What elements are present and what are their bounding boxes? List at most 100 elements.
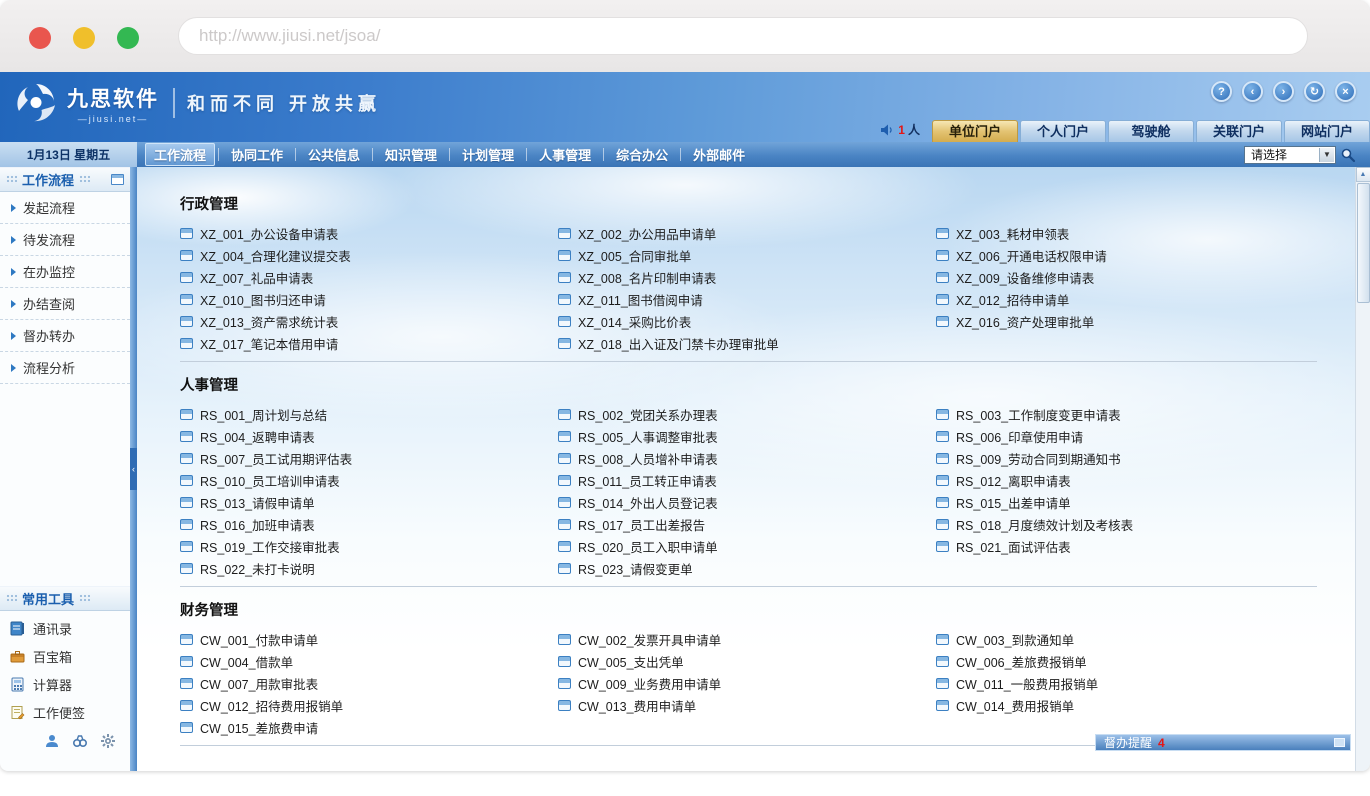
form-link[interactable]: CW_004_借款单: [180, 652, 558, 671]
form-link[interactable]: RS_013_请假申请单: [180, 493, 558, 512]
search-button[interactable]: [1340, 147, 1356, 163]
form-link[interactable]: XZ_017_笔记本借用申请: [180, 334, 558, 353]
window-minimize-button[interactable]: [73, 27, 95, 49]
form-link[interactable]: XZ_002_办公用品申请单: [558, 224, 936, 243]
portal-tab[interactable]: 单位门户: [932, 120, 1018, 142]
form-link[interactable]: XZ_009_设备维修申请表: [936, 268, 1337, 287]
user-icon[interactable]: [44, 733, 60, 749]
form-link[interactable]: CW_013_费用申请单: [558, 696, 936, 715]
url-bar[interactable]: http://www.jiusi.net/jsoa/: [178, 17, 1308, 55]
form-link[interactable]: CW_009_业务费用申请单: [558, 674, 936, 693]
binoculars-icon[interactable]: [72, 733, 88, 749]
sidebar-item[interactable]: 待发流程: [0, 224, 130, 256]
sidebar-item[interactable]: 发起流程: [0, 192, 130, 224]
form-link[interactable]: CW_002_发票开具申请单: [558, 630, 936, 649]
form-link[interactable]: RS_015_出差申请单: [936, 493, 1337, 512]
form-link[interactable]: XZ_011_图书借阅申请: [558, 290, 936, 309]
nav-item[interactable]: 协同工作: [222, 143, 292, 166]
dots-decoration: [6, 594, 17, 603]
form-link[interactable]: RS_016_加班申请表: [180, 515, 558, 534]
sidebar-item[interactable]: 在办监控: [0, 256, 130, 288]
quick-select[interactable]: 请选择: [1244, 146, 1336, 164]
form-link[interactable]: RS_020_员工入职申请单: [558, 537, 936, 556]
scroll-up-button[interactable]: [1356, 167, 1370, 182]
form-link[interactable]: XZ_005_合同审批单: [558, 246, 936, 265]
form-link[interactable]: RS_002_党团关系办理表: [558, 405, 936, 424]
nav-item[interactable]: 工作流程: [145, 143, 215, 166]
portal-tab[interactable]: 关联门户: [1196, 120, 1282, 142]
nav-item[interactable]: 知识管理: [376, 143, 446, 166]
settings-icon[interactable]: [100, 733, 116, 749]
form-link[interactable]: RS_007_员工试用期评估表: [180, 449, 558, 468]
nav-item[interactable]: 人事管理: [530, 143, 600, 166]
form-link[interactable]: RS_009_劳动合同到期通知书: [936, 449, 1337, 468]
sidebar-item[interactable]: 流程分析: [0, 352, 130, 384]
nav-item[interactable]: 外部邮件: [684, 143, 754, 166]
tool-item[interactable]: 百宝箱: [0, 642, 130, 670]
form-link[interactable]: CW_011_一般费用报销单: [936, 674, 1337, 693]
scrollbar[interactable]: [1355, 167, 1370, 771]
document-icon: [180, 656, 193, 667]
form-link[interactable]: XZ_007_礼品申请表: [180, 268, 558, 287]
form-link[interactable]: XZ_013_资产需求统计表: [180, 312, 558, 331]
form-link[interactable]: CW_015_差旅费申请: [180, 718, 558, 737]
window-close-button[interactable]: [29, 27, 51, 49]
jiusi-logo-icon: [13, 80, 59, 126]
form-link[interactable]: RS_003_工作制度变更申请表: [936, 405, 1337, 424]
form-link[interactable]: XZ_016_资产处理审批单: [936, 312, 1337, 331]
form-link[interactable]: CW_006_差旅费报销单: [936, 652, 1337, 671]
sidebar-item[interactable]: 督办转办: [0, 320, 130, 352]
form-link[interactable]: XZ_018_出入证及门禁卡办理审批单: [558, 334, 936, 353]
form-link[interactable]: RS_014_外出人员登记表: [558, 493, 936, 512]
form-link[interactable]: CW_003_到款通知单: [936, 630, 1337, 649]
popout-icon[interactable]: [111, 174, 124, 185]
form-link[interactable]: XZ_004_合理化建议提交表: [180, 246, 558, 265]
sidebar-collapse-handle[interactable]: [130, 167, 137, 771]
refresh-icon[interactable]: ↻: [1304, 81, 1325, 102]
form-link[interactable]: XZ_006_开通电话权限申请: [936, 246, 1337, 265]
forward-icon[interactable]: ›: [1273, 81, 1294, 102]
form-link[interactable]: RS_012_离职申请表: [936, 471, 1337, 490]
form-link[interactable]: RS_005_人事调整审批表: [558, 427, 936, 446]
form-link[interactable]: RS_006_印章使用申请: [936, 427, 1337, 446]
close-icon[interactable]: ×: [1335, 81, 1356, 102]
form-link[interactable]: CW_014_费用报销单: [936, 696, 1337, 715]
tool-item[interactable]: 工作便签: [0, 698, 130, 726]
help-icon[interactable]: ?: [1211, 81, 1232, 102]
back-icon[interactable]: ‹: [1242, 81, 1263, 102]
form-link[interactable]: CW_005_支出凭单: [558, 652, 936, 671]
nav-item[interactable]: 综合办公: [607, 143, 677, 166]
form-link[interactable]: CW_012_招待费用报销单: [180, 696, 558, 715]
form-link[interactable]: XZ_010_图书归还申请: [180, 290, 558, 309]
tool-item[interactable]: 计算器: [0, 670, 130, 698]
form-link[interactable]: RS_004_返聘申请表: [180, 427, 558, 446]
form-link[interactable]: XZ_003_耗材申领表: [936, 224, 1337, 243]
form-link[interactable]: RS_017_员工出差报告: [558, 515, 936, 534]
form-link[interactable]: RS_023_请假变更单: [558, 559, 936, 578]
reminder-bar[interactable]: 督办提醒 4: [1095, 734, 1351, 751]
form-link[interactable]: RS_018_月度绩效计划及考核表: [936, 515, 1337, 534]
form-link[interactable]: XZ_014_采购比价表: [558, 312, 936, 331]
form-link[interactable]: RS_010_员工培训申请表: [180, 471, 558, 490]
form-link[interactable]: RS_021_面试评估表: [936, 537, 1337, 556]
portal-tab[interactable]: 驾驶舱: [1108, 120, 1194, 142]
form-link[interactable]: XZ_001_办公设备申请表: [180, 224, 558, 243]
form-link[interactable]: RS_011_员工转正申请表: [558, 471, 936, 490]
form-link[interactable]: CW_007_用款审批表: [180, 674, 558, 693]
form-link[interactable]: XZ_012_招待申请单: [936, 290, 1337, 309]
form-link[interactable]: RS_022_未打卡说明: [180, 559, 558, 578]
form-link[interactable]: RS_001_周计划与总结: [180, 405, 558, 424]
portal-tab[interactable]: 个人门户: [1020, 120, 1106, 142]
form-link[interactable]: CW_001_付款申请单: [180, 630, 558, 649]
nav-item[interactable]: 计划管理: [453, 143, 523, 166]
sidebar-item[interactable]: 办结查阅: [0, 288, 130, 320]
form-link[interactable]: RS_008_人员增补申请表: [558, 449, 936, 468]
portal-tab[interactable]: 网站门户: [1284, 120, 1370, 142]
nav-item[interactable]: 公共信息: [299, 143, 369, 166]
tools-panel-title: 常用工具: [22, 589, 74, 608]
scroll-thumb[interactable]: [1357, 183, 1370, 303]
form-link[interactable]: RS_019_工作交接审批表: [180, 537, 558, 556]
form-link[interactable]: XZ_008_名片印制申请表: [558, 268, 936, 287]
tool-item[interactable]: 通讯录: [0, 614, 130, 642]
window-zoom-button[interactable]: [117, 27, 139, 49]
